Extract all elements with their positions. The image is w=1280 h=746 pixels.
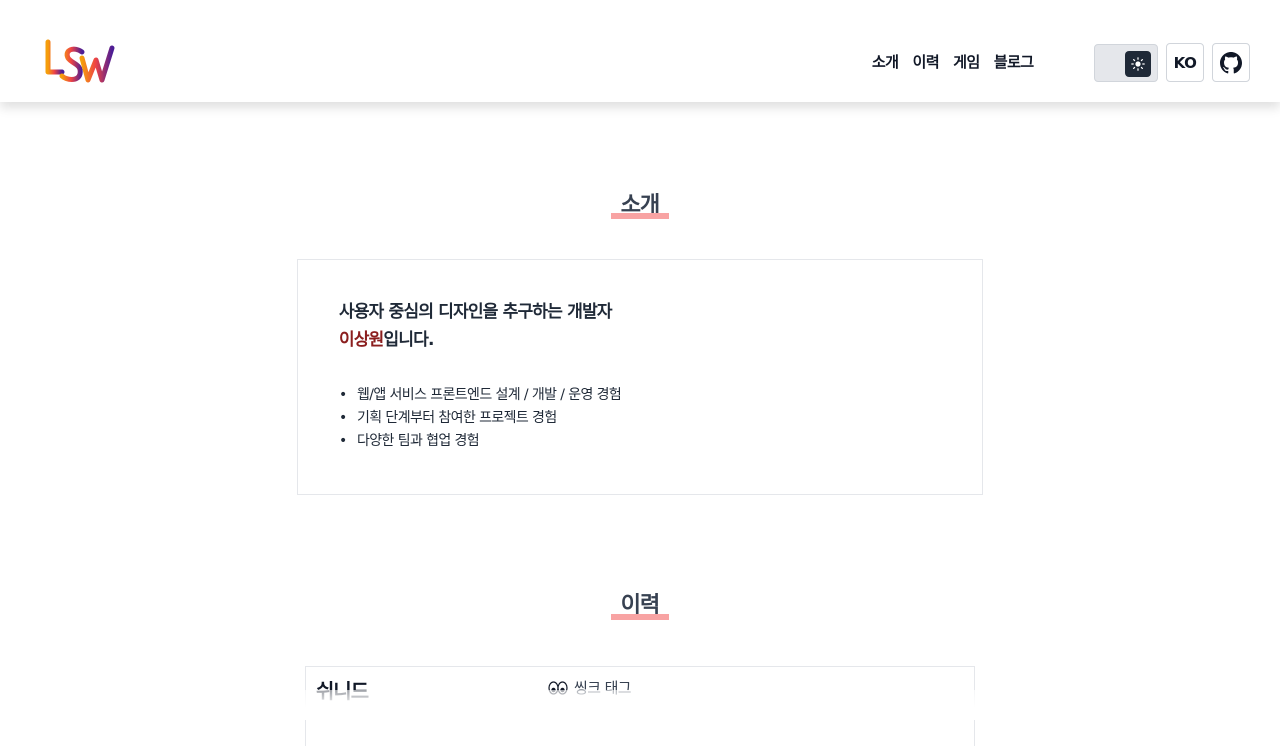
- nav-item-game[interactable]: 게임: [953, 51, 980, 72]
- history-title-underline: [611, 614, 669, 620]
- site-logo[interactable]: [44, 38, 116, 88]
- about-card: 사용자 중심의 디자인을 추구하는 개발자 이상원입니다. 웹/앱 서비스 프론…: [297, 259, 983, 495]
- sun-icon: [1131, 57, 1145, 71]
- about-headline-line1: 사용자 중심의 디자인을 추구하는 개발자: [339, 302, 613, 322]
- about-headline-line2: 이상원입니다.: [339, 326, 612, 354]
- about-headline-suffix: 입니다.: [383, 330, 435, 350]
- theme-toggle[interactable]: [1094, 44, 1158, 82]
- language-button[interactable]: KO: [1166, 43, 1204, 82]
- list-item: 기획 단계부터 참여한 프로젝트 경험: [339, 407, 621, 430]
- list-item: 다양한 팀과 협업 경험: [339, 430, 621, 453]
- history-section-title: 이력: [0, 587, 1280, 620]
- main-nav: 소개 이력 게임 블로그: [872, 51, 1034, 72]
- scroll-fade: [0, 690, 1280, 720]
- nav-item-about[interactable]: 소개: [872, 51, 899, 72]
- list-item: 웹/앱 서비스 프론트엔드 설계 / 개발 / 운영 경험: [339, 384, 622, 407]
- logo-mark: [45, 39, 115, 83]
- github-button[interactable]: [1212, 43, 1250, 82]
- about-name: 이상원: [339, 330, 384, 350]
- theme-toggle-knob: [1125, 51, 1151, 77]
- about-section-title: 소개: [0, 187, 1280, 219]
- about-headline: 사용자 중심의 디자인을 추구하는 개발자 이상원입니다.: [339, 298, 613, 354]
- bullet-text: 다양한 팀과 협업 경험: [357, 433, 480, 449]
- github-icon: [1220, 51, 1242, 73]
- nav-item-history[interactable]: 이력: [913, 51, 940, 72]
- nav-item-blog[interactable]: 블로그: [994, 51, 1034, 72]
- about-bullet-list: 웹/앱 서비스 프론트엔드 설계 / 개발 / 운영 경험 기획 단계부터 참여…: [339, 384, 622, 453]
- bullet-text: 기획 단계부터 참여한 프로젝트 경험: [357, 410, 557, 426]
- about-title-underline: [611, 213, 669, 219]
- site-header: 소개 이력 게임 블로그 KO: [0, 0, 1280, 102]
- bullet-text: 웹/앱 서비스 프론트엔드 설계 / 개발 / 운영 경험: [357, 387, 622, 403]
